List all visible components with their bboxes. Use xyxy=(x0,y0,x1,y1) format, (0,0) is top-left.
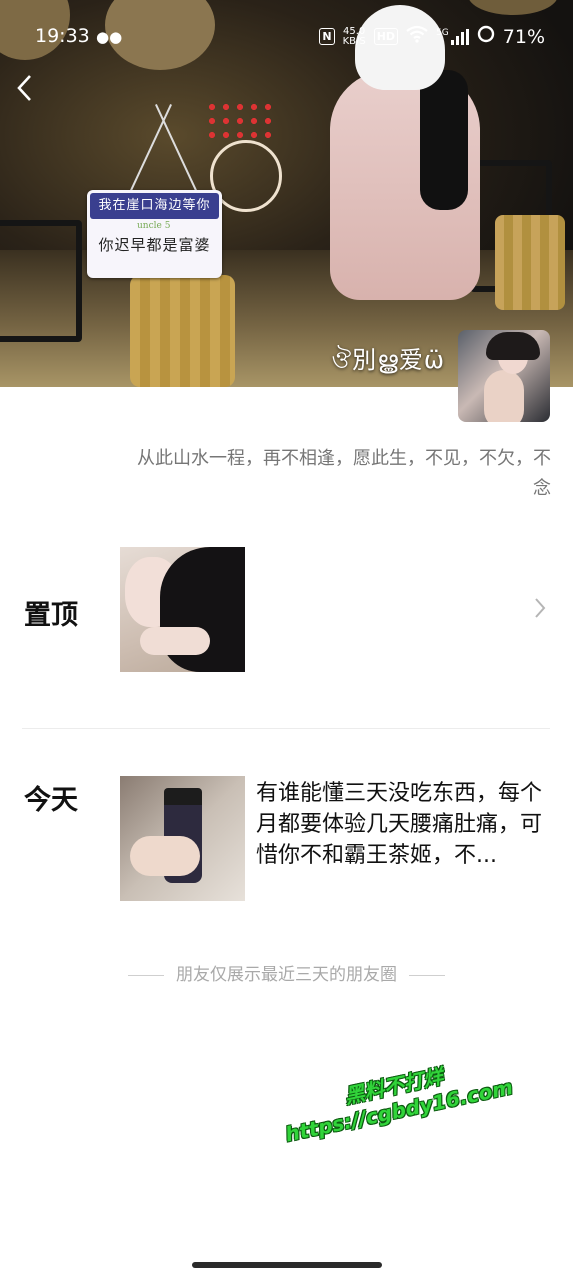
profile-nickname: ঔ別ൠ爱ω̈ xyxy=(331,346,445,374)
battery-percent: 71% xyxy=(502,25,545,48)
nfc-icon: N xyxy=(319,28,335,45)
footer-line-right xyxy=(409,974,445,976)
status-time: 19:33 xyxy=(35,25,90,47)
back-button[interactable] xyxy=(16,74,46,108)
footer-note: 朋友仅展示最近三天的朋友圈 xyxy=(0,960,573,985)
section-divider xyxy=(22,728,550,729)
profile-signature: 从此山水一程，再不相逢，愿此生，不见，不欠，不念 xyxy=(137,448,551,499)
wechat-notification-icon: ●● xyxy=(96,28,123,46)
cover-sign-string xyxy=(155,104,197,191)
cover-sign: 我在崖口海边等你 uncle 5 你迟早都是富婆 xyxy=(87,190,222,278)
cover-sign-bottom-text: 你迟早都是富婆 xyxy=(98,236,211,254)
avatar-figure xyxy=(484,370,524,422)
battery-icon xyxy=(477,25,495,48)
network-speed: 45.0 KB/S xyxy=(342,25,366,47)
watermark: 黑料不打烊 https://cgbdy16.com xyxy=(277,1046,515,1146)
signal-icon: 5G xyxy=(436,27,469,45)
today-thumbnail-hand xyxy=(130,836,200,876)
cover-barrel-right xyxy=(495,215,565,310)
footer-note-text: 朋友仅展示最近三天的朋友圈 xyxy=(176,965,397,985)
cover-sign-top-text: 我在崖口海边等你 xyxy=(90,193,219,219)
wifi-icon xyxy=(406,25,428,48)
pinned-label: 置顶 xyxy=(24,600,78,631)
status-bar: 19:33 ●● N 45.0 KB/S HD 5G 71% xyxy=(0,0,573,76)
network-speed-unit: KB/S xyxy=(342,35,366,47)
network-type-label: 5G xyxy=(436,27,449,38)
status-icons: N 45.0 KB/S HD 5G 71% xyxy=(319,25,545,48)
today-post-text[interactable]: 有谁能懂三天没吃东西，每个月都要体验几天腰痛肚痛，可惜你不和霸王茶姬，不... xyxy=(256,778,551,871)
today-label: 今天 xyxy=(24,785,78,816)
home-indicator[interactable] xyxy=(192,1262,382,1268)
hd-icon: HD xyxy=(373,28,399,45)
cover-person-hair xyxy=(420,70,468,210)
cover-chair-left xyxy=(0,220,82,342)
network-speed-value: 45.0 xyxy=(343,25,366,37)
cover-barrel xyxy=(130,275,235,387)
cover-flowers xyxy=(205,100,275,140)
chevron-left-icon xyxy=(17,75,31,101)
today-post-thumbnail[interactable] xyxy=(120,776,245,901)
avatar-hair xyxy=(486,332,540,360)
avatar[interactable] xyxy=(458,330,550,422)
cover-sign-mid-text: uncle 5 xyxy=(137,221,171,231)
pinned-thumbnail-hand xyxy=(140,627,210,655)
chevron-right-icon[interactable] xyxy=(534,596,546,626)
cover-sign-string xyxy=(130,104,172,191)
pinned-thumbnail[interactable] xyxy=(120,547,245,672)
footer-line-left xyxy=(128,974,164,976)
